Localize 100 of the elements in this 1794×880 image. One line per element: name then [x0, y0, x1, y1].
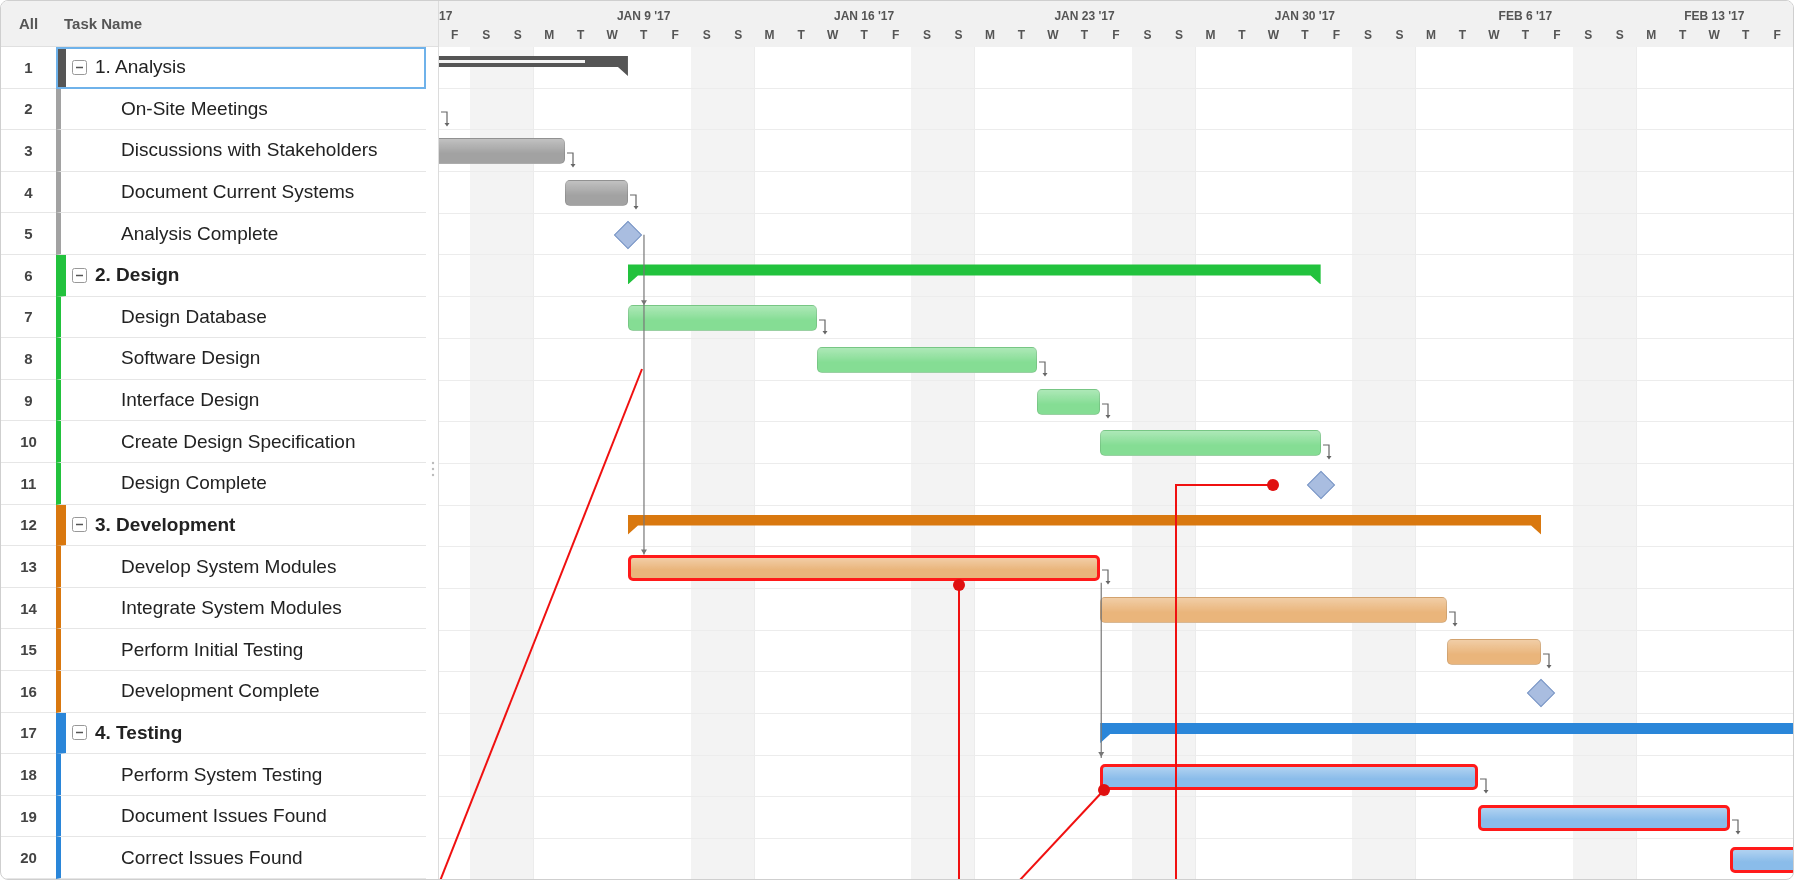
day-label: T [1457, 28, 1468, 42]
day-label: T [576, 28, 586, 42]
day-label: F [670, 28, 680, 42]
task-bar[interactable] [627, 555, 1101, 582]
row-number: 20 [1, 837, 56, 879]
row-number: 19 [1, 795, 56, 838]
task-name: Development Complete [121, 680, 320, 703]
day-label: S [922, 28, 933, 42]
task-name: Analysis Complete [121, 222, 279, 245]
week-label: JAN 30 '17 [1274, 9, 1336, 23]
task-name: 3. Development [95, 513, 236, 536]
day-label: S [1362, 28, 1373, 42]
task-name-cell[interactable]: 4. Testing [56, 712, 426, 755]
day-label: F [890, 28, 901, 42]
resize-handle-icon[interactable] [431, 461, 435, 477]
task-name-cell[interactable]: Correct Issues Found [56, 837, 426, 879]
task-bar[interactable] [1100, 763, 1479, 790]
row-number: 12 [1, 504, 56, 547]
task-name: Discussions with Stakeholders [121, 139, 378, 162]
column-header[interactable]: All [1, 1, 56, 46]
row-number: 14 [1, 587, 56, 630]
day-label: T [1016, 28, 1027, 42]
collapse-icon[interactable] [72, 59, 87, 75]
day-label: S [512, 28, 523, 42]
week-label: JAN 16 '17 [833, 9, 895, 23]
week-label: FEB 6 '17 [1498, 9, 1553, 23]
collapse-icon[interactable] [72, 517, 87, 533]
task-name-cell[interactable]: 2. Design [56, 254, 426, 297]
task-name: 1. Analysis [95, 56, 186, 79]
day-label: S [1142, 28, 1153, 42]
day-label: W [605, 28, 619, 42]
task-name-cell[interactable]: Document Current Systems [56, 171, 426, 214]
day-label: F [1111, 28, 1121, 42]
collapse-icon[interactable] [72, 267, 87, 283]
task-name-cell[interactable]: On-Site Meetings [56, 88, 426, 131]
task-name-cell[interactable]: Create Design Specification [56, 421, 426, 463]
row-number: 15 [1, 629, 56, 672]
task-name: Design Database [121, 305, 267, 328]
day-label: F [1772, 28, 1782, 42]
day-label: M [543, 28, 556, 42]
day-label: T [1678, 28, 1688, 42]
row-number: 8 [1, 338, 56, 380]
day-label: M [1424, 28, 1437, 42]
day-label: T [1520, 28, 1530, 42]
row-number: 17 [1, 712, 56, 755]
task-name-cell[interactable]: 1. Analysis [56, 46, 426, 89]
day-label: T [796, 28, 806, 42]
day-label: S [481, 28, 492, 42]
day-label: M [1204, 28, 1217, 42]
day-label: F [1331, 28, 1342, 42]
row-number: 2 [1, 88, 56, 131]
day-label: W [1707, 28, 1721, 42]
row-number: 1 [1, 46, 56, 89]
task-name: 4. Testing [95, 721, 183, 744]
task-name-cell[interactable]: Integrate System Modules [56, 587, 426, 630]
day-label: W [825, 28, 840, 42]
task-name-cell[interactable]: Document Issues Found [56, 795, 426, 838]
row-number: 9 [1, 379, 56, 422]
row-number: 3 [1, 130, 56, 172]
day-label: S [1394, 28, 1405, 42]
task-name-cell[interactable]: Discussions with Stakeholders [56, 130, 426, 172]
day-label: T [1079, 28, 1090, 42]
task-name: Perform System Testing [121, 763, 323, 786]
day-label: F [450, 28, 460, 42]
row-number: 13 [1, 546, 56, 588]
day-label: F [1552, 28, 1562, 42]
day-label: W [1487, 28, 1501, 42]
task-name-cell[interactable]: Software Design [56, 338, 426, 380]
task-name-cell[interactable]: Design Complete [56, 463, 426, 505]
day-label: M [1645, 28, 1658, 42]
task-name: Develop System Modules [121, 555, 337, 578]
task-name-cell[interactable]: Analysis Complete [56, 213, 426, 255]
week-label: JAN 23 '17 [1054, 9, 1115, 23]
row-number: 7 [1, 296, 56, 339]
task-name: Document Issues Found [121, 805, 327, 828]
row-number: 11 [1, 463, 56, 505]
task-name: Perform Initial Testing [121, 638, 304, 661]
row-number: 10 [1, 421, 56, 463]
task-name-cell[interactable]: Perform Initial Testing [56, 629, 426, 672]
week-label: FEB 13 '17 [1684, 9, 1745, 23]
collapse-icon[interactable] [72, 725, 87, 741]
row-number: 6 [1, 254, 56, 297]
task-name: Design Complete [121, 472, 267, 495]
day-label: S [953, 28, 964, 42]
day-label: S [1614, 28, 1625, 42]
task-name-cell[interactable]: Design Database [56, 296, 426, 339]
task-name-cell[interactable]: Develop System Modules [56, 546, 426, 588]
task-name: Correct Issues Found [121, 846, 303, 869]
column-header[interactable]: Task Name [56, 1, 438, 46]
task-name: Software Design [121, 347, 261, 370]
task-name-cell[interactable]: Perform System Testing [56, 754, 426, 796]
task-name: On-Site Meetings [121, 97, 268, 120]
task-name-cell[interactable]: 3. Development [56, 504, 426, 547]
row-number: 5 [1, 213, 56, 255]
day-label: S [1583, 28, 1594, 42]
task-name-cell[interactable]: Interface Design [56, 379, 426, 422]
task-name-cell[interactable]: Development Complete [56, 671, 426, 713]
day-label: T [859, 28, 869, 42]
day-label: T [1237, 28, 1247, 42]
task-bar[interactable] [1478, 805, 1730, 832]
